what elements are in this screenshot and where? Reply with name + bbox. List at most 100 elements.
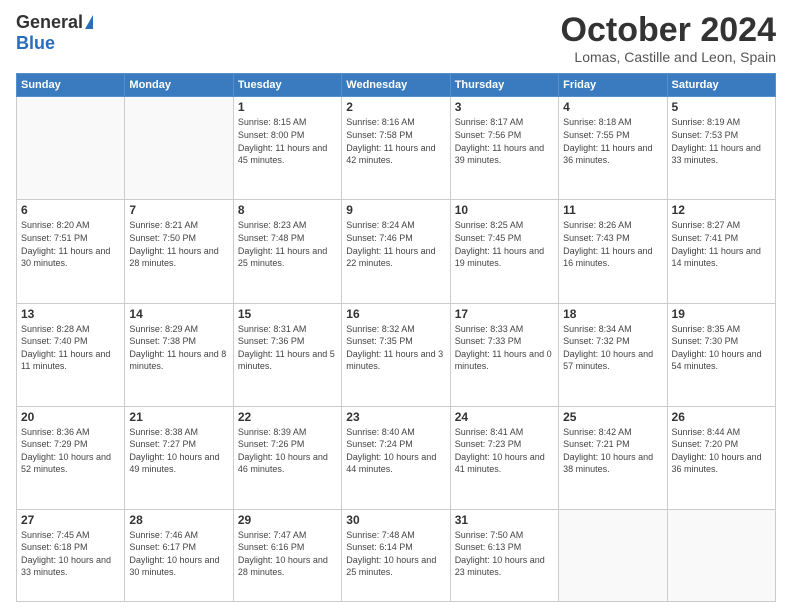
day-info: Sunrise: 8:40 AM Sunset: 7:24 PM Dayligh… xyxy=(346,426,445,476)
day-info: Sunrise: 7:47 AM Sunset: 6:16 PM Dayligh… xyxy=(238,529,337,579)
table-row: 24 Sunrise: 8:41 AM Sunset: 7:23 PM Dayli… xyxy=(450,406,558,509)
table-row: 6Sunrise: 8:20 AM Sunset: 7:51 PM Daylig… xyxy=(17,200,125,303)
day-number: 10 xyxy=(455,203,554,217)
table-row: 1 Sunrise: 8:15 AM Sunset: 8:00 PM Daylig… xyxy=(233,97,341,200)
table-row: 17 Sunrise: 8:33 AM Sunset: 7:33 PM Dayli… xyxy=(450,303,558,406)
table-row: 13Sunrise: 8:28 AM Sunset: 7:40 PM Dayli… xyxy=(17,303,125,406)
logo-triangle-icon xyxy=(85,15,93,29)
day-info: Sunrise: 8:31 AM Sunset: 7:36 PM Dayligh… xyxy=(238,323,337,373)
table-row: 23 Sunrise: 8:40 AM Sunset: 7:24 PM Dayli… xyxy=(342,406,450,509)
table-row: 30 Sunrise: 7:48 AM Sunset: 6:14 PM Dayli… xyxy=(342,509,450,601)
day-number: 18 xyxy=(563,307,662,321)
table-row xyxy=(17,97,125,200)
day-info: Sunrise: 8:20 AM Sunset: 7:51 PM Dayligh… xyxy=(21,219,120,269)
table-row: 22Sunrise: 8:39 AM Sunset: 7:26 PM Dayli… xyxy=(233,406,341,509)
day-number: 9 xyxy=(346,203,445,217)
day-info: Sunrise: 8:25 AM Sunset: 7:45 PM Dayligh… xyxy=(455,219,554,269)
header-sunday: Sunday xyxy=(17,74,125,97)
day-info: Sunrise: 8:27 AM Sunset: 7:41 PM Dayligh… xyxy=(672,219,771,269)
table-row: 5 Sunrise: 8:19 AM Sunset: 7:53 PM Daylig… xyxy=(667,97,775,200)
table-row: 7 Sunrise: 8:21 AM Sunset: 7:50 PM Daylig… xyxy=(125,200,233,303)
day-info: Sunrise: 8:19 AM Sunset: 7:53 PM Dayligh… xyxy=(672,116,771,166)
day-number: 31 xyxy=(455,513,554,527)
day-info: Sunrise: 8:16 AM Sunset: 7:58 PM Dayligh… xyxy=(346,116,445,166)
day-number: 30 xyxy=(346,513,445,527)
table-row: 31 Sunrise: 7:50 AM Sunset: 6:13 PM Dayli… xyxy=(450,509,558,601)
table-row: 19 Sunrise: 8:35 AM Sunset: 7:30 PM Dayli… xyxy=(667,303,775,406)
table-row: 26 Sunrise: 8:44 AM Sunset: 7:20 PM Dayli… xyxy=(667,406,775,509)
table-row: 27 Sunrise: 7:45 AM Sunset: 6:18 PM Dayli… xyxy=(17,509,125,601)
table-row: 25Sunrise: 8:42 AM Sunset: 7:21 PM Dayli… xyxy=(559,406,667,509)
day-info: Sunrise: 8:44 AM Sunset: 7:20 PM Dayligh… xyxy=(672,426,771,476)
day-info: Sunrise: 8:24 AM Sunset: 7:46 PM Dayligh… xyxy=(346,219,445,269)
table-row: 2 Sunrise: 8:16 AM Sunset: 7:58 PM Daylig… xyxy=(342,97,450,200)
day-info: Sunrise: 8:41 AM Sunset: 7:23 PM Dayligh… xyxy=(455,426,554,476)
table-row: 9 Sunrise: 8:24 AM Sunset: 7:46 PM Daylig… xyxy=(342,200,450,303)
day-number: 2 xyxy=(346,100,445,114)
day-number: 17 xyxy=(455,307,554,321)
day-number: 1 xyxy=(238,100,337,114)
day-number: 19 xyxy=(672,307,771,321)
day-number: 24 xyxy=(455,410,554,424)
day-number: 4 xyxy=(563,100,662,114)
table-row: 15 Sunrise: 8:31 AM Sunset: 7:36 PM Dayli… xyxy=(233,303,341,406)
header: General Blue October 2024 Lomas, Castill… xyxy=(16,12,776,65)
day-number: 20 xyxy=(21,410,120,424)
day-info: Sunrise: 8:29 AM Sunset: 7:38 PM Dayligh… xyxy=(129,323,228,373)
day-number: 7 xyxy=(129,203,228,217)
day-number: 25 xyxy=(563,410,662,424)
table-row: 28 Sunrise: 7:46 AM Sunset: 6:17 PM Dayli… xyxy=(125,509,233,601)
day-info: Sunrise: 7:46 AM Sunset: 6:17 PM Dayligh… xyxy=(129,529,228,579)
day-number: 28 xyxy=(129,513,228,527)
table-row: 29 Sunrise: 7:47 AM Sunset: 6:16 PM Dayli… xyxy=(233,509,341,601)
header-tuesday: Tuesday xyxy=(233,74,341,97)
table-row: 4Sunrise: 8:18 AM Sunset: 7:55 PM Daylig… xyxy=(559,97,667,200)
day-number: 5 xyxy=(672,100,771,114)
table-row: 20 Sunrise: 8:36 AM Sunset: 7:29 PM Dayli… xyxy=(17,406,125,509)
logo: General Blue xyxy=(16,12,93,54)
day-info: Sunrise: 8:15 AM Sunset: 8:00 PM Dayligh… xyxy=(238,116,337,166)
location-subtitle: Lomas, Castille and Leon, Spain xyxy=(561,49,776,65)
day-number: 14 xyxy=(129,307,228,321)
day-info: Sunrise: 7:45 AM Sunset: 6:18 PM Dayligh… xyxy=(21,529,120,579)
header-saturday: Saturday xyxy=(667,74,775,97)
calendar-week-row: 13Sunrise: 8:28 AM Sunset: 7:40 PM Dayli… xyxy=(17,303,776,406)
day-number: 23 xyxy=(346,410,445,424)
day-info: Sunrise: 8:33 AM Sunset: 7:33 PM Dayligh… xyxy=(455,323,554,373)
calendar-week-row: 20 Sunrise: 8:36 AM Sunset: 7:29 PM Dayli… xyxy=(17,406,776,509)
header-friday: Friday xyxy=(559,74,667,97)
table-row xyxy=(667,509,775,601)
title-block: October 2024 Lomas, Castille and Leon, S… xyxy=(561,12,776,65)
weekday-header-row: Sunday Monday Tuesday Wednesday Thursday… xyxy=(17,74,776,97)
day-number: 15 xyxy=(238,307,337,321)
day-info: Sunrise: 8:17 AM Sunset: 7:56 PM Dayligh… xyxy=(455,116,554,166)
day-info: Sunrise: 8:38 AM Sunset: 7:27 PM Dayligh… xyxy=(129,426,228,476)
day-number: 3 xyxy=(455,100,554,114)
table-row: 16 Sunrise: 8:32 AM Sunset: 7:35 PM Dayli… xyxy=(342,303,450,406)
day-number: 29 xyxy=(238,513,337,527)
day-info: Sunrise: 8:35 AM Sunset: 7:30 PM Dayligh… xyxy=(672,323,771,373)
day-info: Sunrise: 8:26 AM Sunset: 7:43 PM Dayligh… xyxy=(563,219,662,269)
day-info: Sunrise: 8:39 AM Sunset: 7:26 PM Dayligh… xyxy=(238,426,337,476)
logo-blue: Blue xyxy=(16,33,55,54)
day-info: Sunrise: 7:50 AM Sunset: 6:13 PM Dayligh… xyxy=(455,529,554,579)
calendar-table: Sunday Monday Tuesday Wednesday Thursday… xyxy=(16,73,776,602)
day-info: Sunrise: 8:32 AM Sunset: 7:35 PM Dayligh… xyxy=(346,323,445,373)
day-number: 12 xyxy=(672,203,771,217)
table-row: 3 Sunrise: 8:17 AM Sunset: 7:56 PM Daylig… xyxy=(450,97,558,200)
calendar-week-row: 27 Sunrise: 7:45 AM Sunset: 6:18 PM Dayli… xyxy=(17,509,776,601)
table-row xyxy=(125,97,233,200)
day-number: 26 xyxy=(672,410,771,424)
table-row: 18Sunrise: 8:34 AM Sunset: 7:32 PM Dayli… xyxy=(559,303,667,406)
calendar-week-row: 1 Sunrise: 8:15 AM Sunset: 8:00 PM Daylig… xyxy=(17,97,776,200)
header-wednesday: Wednesday xyxy=(342,74,450,97)
day-info: Sunrise: 7:48 AM Sunset: 6:14 PM Dayligh… xyxy=(346,529,445,579)
day-info: Sunrise: 8:21 AM Sunset: 7:50 PM Dayligh… xyxy=(129,219,228,269)
day-number: 27 xyxy=(21,513,120,527)
day-number: 16 xyxy=(346,307,445,321)
page: General Blue October 2024 Lomas, Castill… xyxy=(0,0,792,612)
header-thursday: Thursday xyxy=(450,74,558,97)
day-info: Sunrise: 8:36 AM Sunset: 7:29 PM Dayligh… xyxy=(21,426,120,476)
table-row: 21Sunrise: 8:38 AM Sunset: 7:27 PM Dayli… xyxy=(125,406,233,509)
table-row: 8Sunrise: 8:23 AM Sunset: 7:48 PM Daylig… xyxy=(233,200,341,303)
